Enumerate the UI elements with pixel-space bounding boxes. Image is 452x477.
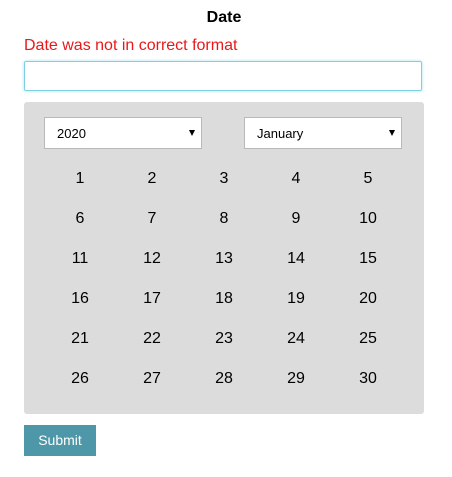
dropdown-arrow-icon <box>189 130 195 136</box>
day-cell[interactable]: 15 <box>332 239 404 279</box>
page-title: Date <box>206 9 242 26</box>
day-cell[interactable]: 18 <box>188 279 260 319</box>
day-cell[interactable]: 7 <box>116 199 188 239</box>
day-cell[interactable]: 1 <box>44 159 116 199</box>
day-cell[interactable]: 22 <box>116 319 188 359</box>
day-cell[interactable]: 2 <box>116 159 188 199</box>
day-cell[interactable]: 19 <box>260 279 332 319</box>
day-cell[interactable]: 8 <box>188 199 260 239</box>
day-cell[interactable]: 13 <box>188 239 260 279</box>
day-cell[interactable]: 14 <box>260 239 332 279</box>
day-cell[interactable]: 27 <box>116 359 188 399</box>
day-cell[interactable]: 17 <box>116 279 188 319</box>
day-cell[interactable]: 30 <box>332 359 404 399</box>
day-cell[interactable]: 25 <box>332 319 404 359</box>
day-cell[interactable]: 24 <box>260 319 332 359</box>
day-cell[interactable]: 11 <box>44 239 116 279</box>
calendar-panel: 2020 January 1 2 3 4 5 6 7 8 9 10 11 12 13 14 15 16 17 18… <box>24 102 424 414</box>
month-select-value: January <box>257 126 304 141</box>
day-cell[interactable]: 10 <box>332 199 404 239</box>
day-cell[interactable]: 29 <box>260 359 332 399</box>
day-cell[interactable]: 23 <box>188 319 260 359</box>
day-cell[interactable]: 9 <box>260 199 332 239</box>
year-select-value: 2020 <box>57 126 86 141</box>
error-message: Date was not in correct format <box>24 37 238 54</box>
day-cell[interactable]: 26 <box>44 359 116 399</box>
dropdown-arrow-icon <box>389 130 395 136</box>
day-cell[interactable]: 6 <box>44 199 116 239</box>
date-form: Date Date was not in correct format 2020… <box>0 0 452 477</box>
month-select[interactable]: January <box>244 117 402 149</box>
day-grid: 1 2 3 4 5 6 7 8 9 10 11 12 13 14 15 16 17 18 19 20 21 22 23 24 2… <box>44 159 404 399</box>
day-cell[interactable]: 21 <box>44 319 116 359</box>
date-input[interactable] <box>24 61 422 91</box>
day-cell[interactable]: 20 <box>332 279 404 319</box>
day-cell[interactable]: 12 <box>116 239 188 279</box>
day-cell[interactable]: 16 <box>44 279 116 319</box>
day-cell[interactable]: 3 <box>188 159 260 199</box>
day-cell[interactable]: 4 <box>260 159 332 199</box>
year-select[interactable]: 2020 <box>44 117 202 149</box>
day-cell[interactable]: 28 <box>188 359 260 399</box>
submit-button[interactable]: Submit <box>24 425 96 456</box>
day-cell[interactable]: 5 <box>332 159 404 199</box>
